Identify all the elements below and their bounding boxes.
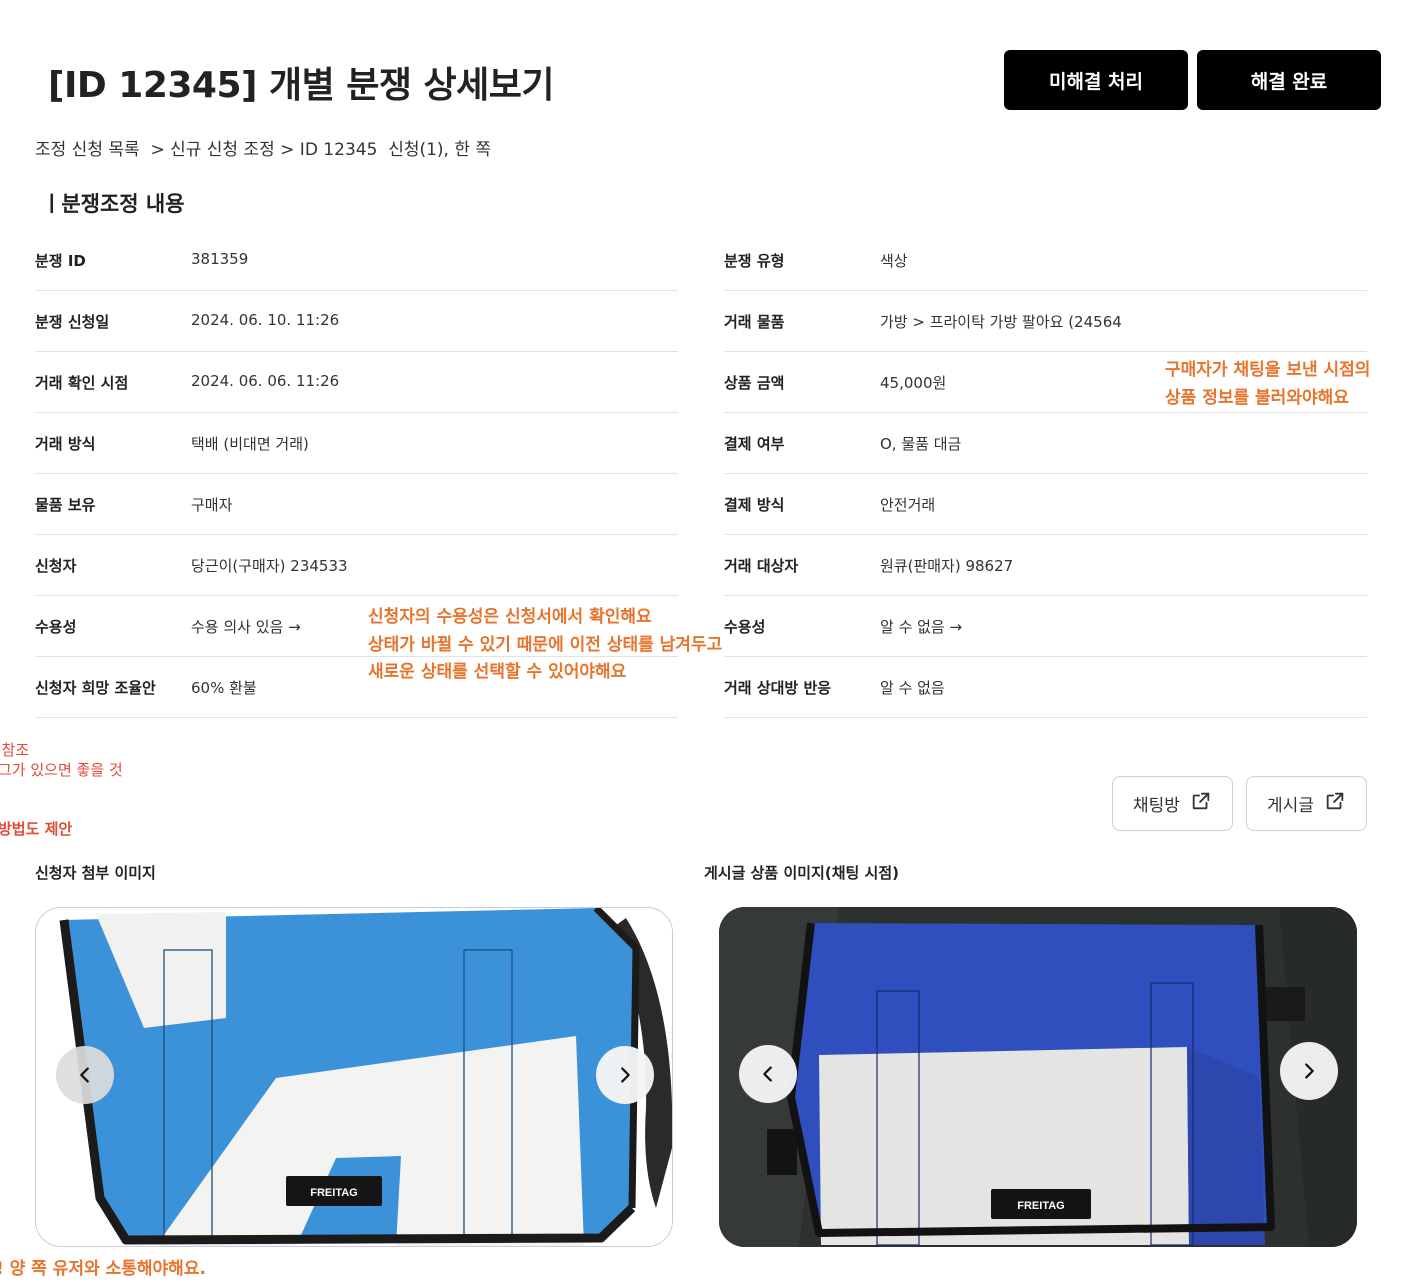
note-line: 구매자가 채팅을 보낸 시점의 <box>1165 360 1371 380</box>
external-link-icon <box>1190 790 1212 817</box>
info-value: 택배 (비대면 거래) <box>191 435 309 453</box>
applicant-image-label: 신청자 첨부 이미지 <box>35 864 156 882</box>
info-value: 2024. 06. 10. 11:26 <box>191 311 340 329</box>
info-label: 분쟁 신청일 <box>35 313 110 331</box>
info-row-dispute-date: 분쟁 신청일 2024. 06. 10. 11:26 <box>35 291 678 352</box>
info-label: 수용성 <box>35 618 77 636</box>
post-image-label: 게시글 상품 이미지(채팅 시점) <box>704 864 899 882</box>
info-row-dispute-id: 분쟁 ID 381359 <box>35 230 678 291</box>
info-label: 수용성 <box>724 618 766 636</box>
info-row-applicant: 신청자 당근이(구매자) 234533 <box>35 535 678 596</box>
external-link-icon <box>1324 790 1346 817</box>
info-row-payment-status: 결제 여부 O, 물품 대금 <box>724 413 1367 474</box>
side-note-reference: · 참조 <box>0 741 30 759</box>
post-button[interactable]: 게시글 <box>1246 776 1367 831</box>
info-row-trade-method: 거래 방식 택배 (비대면 거래) <box>35 413 678 474</box>
side-note-method: 방법도 제안 <box>0 820 73 838</box>
post-bag-image: FREITAG <box>719 907 1357 1247</box>
info-row-item-holder: 물품 보유 구매자 <box>35 474 678 535</box>
info-row-dispute-type: 분쟁 유형 색상 <box>724 230 1367 291</box>
brand-logo-text: FREITAG <box>1017 1200 1064 1212</box>
info-row-counterparty: 거래 대상자 원큐(판매자) 98627 <box>724 535 1367 596</box>
post-label: 게시글 <box>1267 796 1314 816</box>
info-row-payment-method: 결제 방식 안전거래 <box>724 474 1367 535</box>
applicant-acceptance-link[interactable]: 수용 의사 있음 → <box>191 616 301 637</box>
chat-room-label: 채팅방 <box>1133 796 1180 816</box>
side-note-communicate: ! 양 쪽 유저와 소통해야해요. <box>0 1259 206 1279</box>
info-value: 60% 환불 <box>191 679 257 697</box>
section-title: ㅣ분쟁조정 내용 <box>42 192 185 216</box>
info-label: 물품 보유 <box>35 496 96 514</box>
post-image-carousel: FREITAG <box>719 907 1357 1247</box>
applicant-image-carousel: FREITAG <box>35 907 673 1247</box>
info-value: 알 수 없음 <box>880 679 945 697</box>
info-label: 거래 대상자 <box>724 557 799 575</box>
info-label: 결제 여부 <box>724 435 785 453</box>
info-value: 2024. 06. 06. 11:26 <box>191 372 340 390</box>
info-label: 신청자 희망 조율안 <box>35 679 156 697</box>
info-label: 신청자 <box>35 557 77 575</box>
chevron-left-icon <box>763 1066 772 1082</box>
note-line: 새로운 상태를 선택할 수 있어야해요 <box>368 662 627 682</box>
info-value: 안전거래 <box>880 496 936 514</box>
chat-room-button[interactable]: 채팅방 <box>1112 776 1233 831</box>
brand-logo-text: FREITAG <box>310 1187 357 1199</box>
info-value: 가방 > 프라이탁 가방 팔아요 (24564 <box>880 313 1122 331</box>
info-label: 거래 물품 <box>724 313 785 331</box>
info-value: 45,000원 <box>880 374 947 392</box>
info-label: 거래 확인 시점 <box>35 374 129 392</box>
info-label: 거래 방식 <box>35 435 96 453</box>
breadcrumb: 조정 신청 목록 > 신규 신청 조정 > ID 12345 신청(1), 한 … <box>35 140 492 160</box>
chevron-left-icon <box>80 1067 89 1083</box>
counterparty-acceptance-link[interactable]: 알 수 없음 → <box>880 616 962 637</box>
unresolved-button[interactable]: 미해결 처리 <box>1004 50 1188 110</box>
info-value: 당근이(구매자) 234533 <box>191 557 348 575</box>
chevron-right-icon <box>1305 1063 1314 1079</box>
applicant-prev-button[interactable] <box>56 1046 114 1104</box>
side-note-suggestion: 그가 있으면 좋을 것 <box>0 761 123 779</box>
applicant-bag-image: FREITAG <box>36 908 672 1246</box>
info-row-counterparty-reaction: 거래 상대방 반응 알 수 없음 <box>724 657 1367 718</box>
note-line: 신청자의 수용성은 신청서에서 확인해요 <box>368 607 652 627</box>
info-value: 구매자 <box>191 496 233 514</box>
price-annotation-note: 구매자가 채팅을 보낸 시점의 상품 정보를 불러와야해요 <box>1165 357 1370 412</box>
post-prev-button[interactable] <box>739 1045 797 1103</box>
info-row-trade-item: 거래 물품 가방 > 프라이탁 가방 팔아요 (24564 <box>724 291 1367 352</box>
applicant-next-button[interactable] <box>596 1046 654 1104</box>
resolve-complete-button[interactable]: 해결 완료 <box>1197 50 1381 110</box>
info-label: 상품 금액 <box>724 374 785 392</box>
info-value: 381359 <box>191 250 249 268</box>
chevron-right-icon <box>621 1067 630 1083</box>
info-value: 원큐(판매자) 98627 <box>880 557 1014 575</box>
acceptance-annotation-note: 신청자의 수용성은 신청서에서 확인해요 상태가 바뀔 수 있기 때문에 이전 … <box>368 604 722 687</box>
info-label: 결제 방식 <box>724 496 785 514</box>
dispute-info-right: 분쟁 유형 색상 거래 물품 가방 > 프라이탁 가방 팔아요 (24564 상… <box>724 230 1367 718</box>
info-label: 거래 상대방 반응 <box>724 679 832 697</box>
info-label: 분쟁 유형 <box>724 252 785 270</box>
page-title: [ID 12345] 개별 분쟁 상세보기 <box>48 65 555 106</box>
post-next-button[interactable] <box>1280 1042 1338 1100</box>
info-value: 색상 <box>880 252 908 270</box>
info-row-counterparty-acceptance: 수용성 알 수 없음 → <box>724 596 1367 657</box>
note-line: 상품 정보를 불러와야해요 <box>1165 387 1349 408</box>
info-label: 분쟁 ID <box>35 252 86 270</box>
note-line: 상태가 바뀔 수 있기 때문에 이전 상태를 남겨두고 <box>368 634 723 655</box>
info-value: O, 물품 대금 <box>880 435 962 453</box>
info-row-trade-confirm: 거래 확인 시점 2024. 06. 06. 11:26 <box>35 352 678 413</box>
